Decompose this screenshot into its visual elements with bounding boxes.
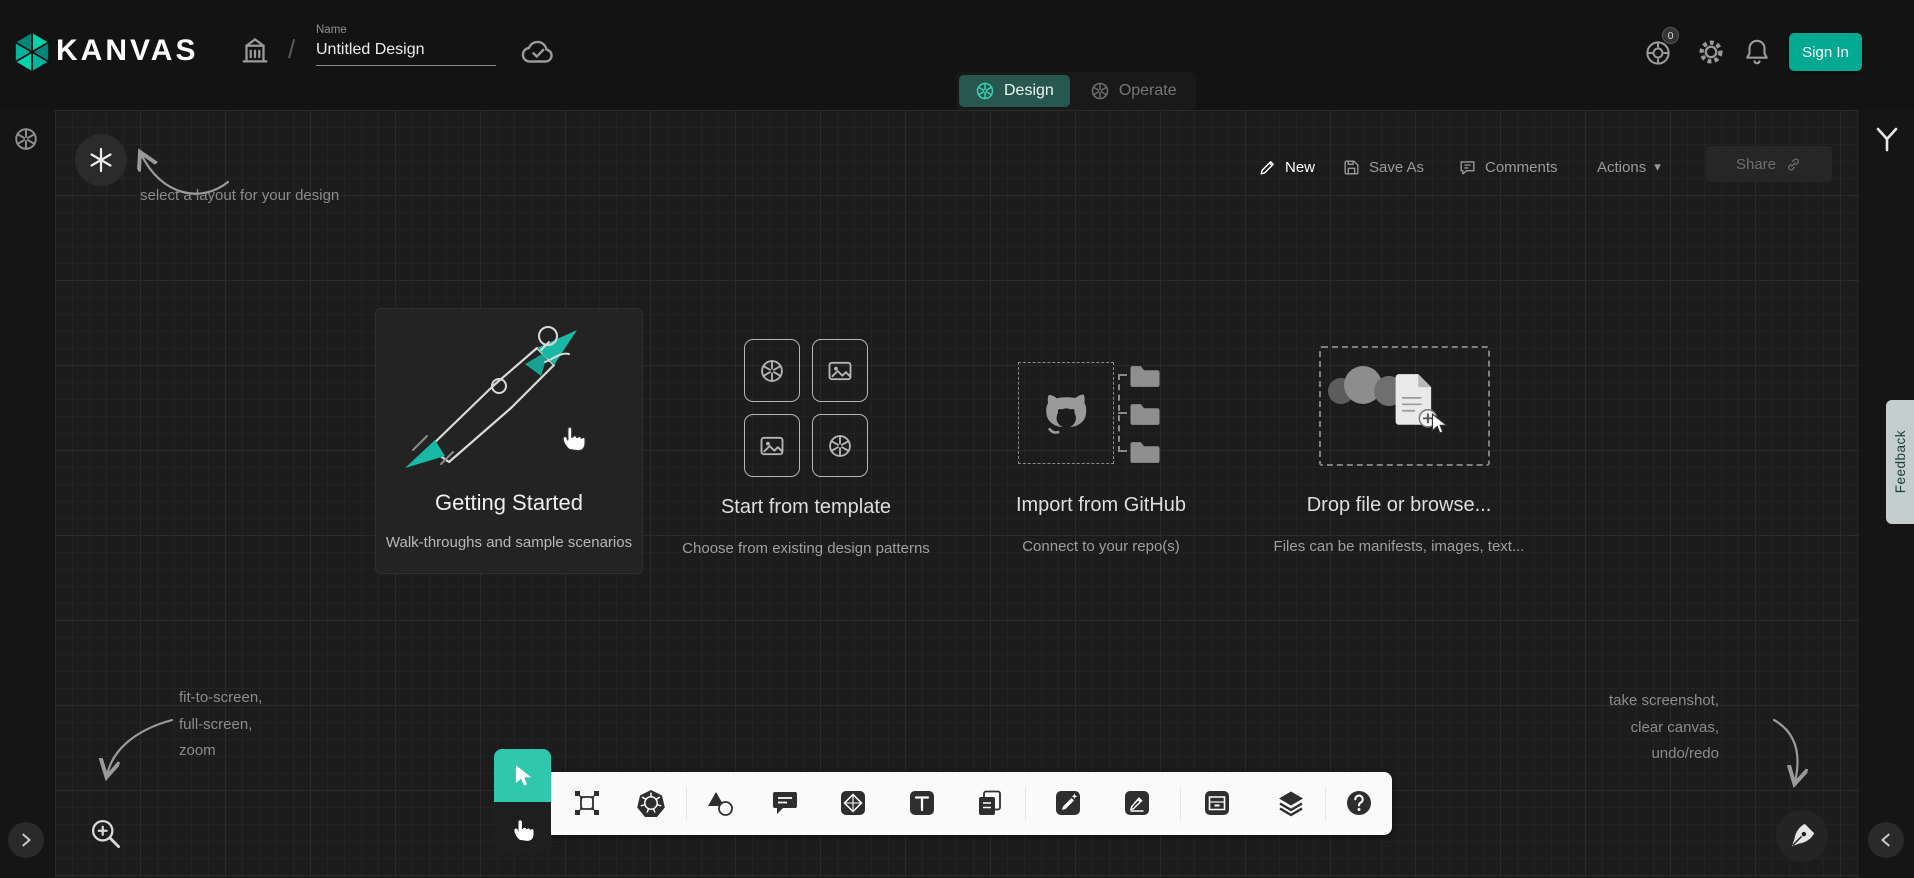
layer5-y-logo-icon[interactable] [1872,124,1902,154]
tab-operate-label: Operate [1119,82,1177,100]
toolbar-divider [1180,787,1181,820]
brand-name: KANVAS [56,34,198,68]
toolbar-divider [1025,787,1026,820]
tab-design[interactable]: Design [959,75,1070,107]
magnifier-plus-icon [88,816,122,850]
getting-started-title: Getting Started [375,490,643,516]
design-name-block: Name [316,24,496,66]
template-mini-image [744,414,800,477]
zoom-hint-text: fit-to-screen, full-screen, zoom [179,685,262,765]
mode-tabs: Design Operate [956,72,1196,110]
help-tool[interactable] [1341,785,1377,821]
settings-gear-icon[interactable] [1696,37,1726,67]
github-octocat-icon[interactable] [1030,377,1102,449]
collapse-right-panel-button[interactable] [1868,822,1904,858]
design-name-label: Name [316,24,496,36]
draw-tool[interactable] [1050,785,1086,821]
cursor-arrow-icon [511,763,535,789]
template-title: Start from template [656,496,956,519]
screenshot-hint-text: take screenshot, clear canvas, undo/redo [1519,688,1719,768]
annotate-tool[interactable] [1119,785,1155,821]
zoom-control-button[interactable] [88,816,122,850]
drawer-tool[interactable] [1199,785,1235,821]
repo-folder-icon [1128,400,1162,427]
template-mini-aperture [744,339,800,402]
sign-in-button[interactable]: Sign In [1789,33,1862,71]
github-title: Import from GitHub [951,494,1251,517]
actions-dropdown[interactable]: Actions ▾ [1597,152,1661,182]
save-icon [1342,158,1361,177]
toolbar-divider [1325,787,1326,820]
components-tool[interactable] [569,785,605,821]
layout-button[interactable] [75,134,127,186]
toolbar-divider [686,787,687,820]
media-tool[interactable] [835,785,871,821]
template-mini-image [812,339,868,402]
github-connector-stub [1118,450,1127,452]
drop-title: Drop file or browse... [1249,494,1549,517]
pointer-tool[interactable] [494,749,551,802]
layers-tool[interactable] [1273,785,1309,821]
chevron-down-icon: ▾ [1654,159,1661,175]
github-connector-stub [1118,374,1127,376]
snowflake-icon [88,147,114,173]
pen-nib-icon [1787,821,1817,851]
repo-folder-icon [1128,362,1162,389]
comments-button[interactable]: Comments [1458,152,1558,182]
shapes-tool[interactable] [702,785,738,821]
expand-left-panel-button[interactable] [8,822,44,858]
github-connector-stub [1118,412,1127,414]
design-name-input[interactable] [316,39,496,66]
tab-design-label: Design [1004,82,1054,100]
kanvas-app: KANVAS / Name Design [0,0,1914,878]
share-button[interactable]: Share [1706,146,1832,182]
getting-started-subtitle: Walk-throughs and sample scenarios [365,534,653,551]
app-header: KANVAS / Name Design [0,0,1914,110]
breadcrumb-separator: / [288,34,295,65]
meshery-spinner-icon [13,126,39,152]
template-card[interactable] [744,339,868,477]
layout-hint-text: select a layout for your design [140,187,339,204]
feedback-label: Feedback [1893,430,1908,493]
notifications-bell-icon[interactable] [1742,36,1772,68]
pencil-icon [1258,158,1277,177]
new-design-button[interactable]: New [1258,152,1315,182]
arrow-cursor [1428,412,1450,436]
template-subtitle: Choose from existing design patterns [646,540,966,557]
tab-operate[interactable]: Operate [1074,75,1193,107]
comment-icon [1458,158,1477,177]
credits-badge: 0 [1662,27,1679,44]
hand-cursor [558,420,588,452]
organization-icon[interactable] [238,32,272,68]
cloud-sync-icon[interactable] [520,36,556,66]
kanvas-logo-icon [12,30,52,74]
left-rail [0,110,55,878]
repo-folder-icon [1128,438,1162,465]
pan-tool[interactable] [494,802,551,854]
hand-icon [510,814,536,842]
comment-tool[interactable] [767,785,803,821]
kubernetes-tool[interactable] [633,785,669,821]
feedback-tab[interactable]: Feedback [1886,400,1914,524]
save-as-button[interactable]: Save As [1342,152,1424,182]
notes-tool[interactable] [972,785,1008,821]
text-tool[interactable] [904,785,940,821]
drop-subtitle: Files can be manifests, images, text... [1229,538,1569,555]
link-icon [1785,156,1802,173]
rocket-illustration [399,320,619,480]
screenshot-pen-button[interactable] [1776,810,1828,862]
github-subtitle: Connect to your repo(s) [951,538,1251,555]
template-mini-aperture [812,414,868,477]
